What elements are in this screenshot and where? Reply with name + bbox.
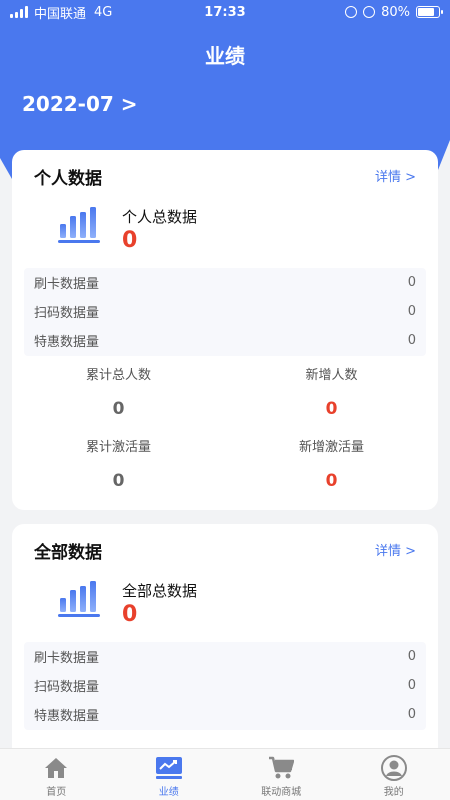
home-icon bbox=[43, 755, 69, 781]
personal-total-label: 个人总数据 bbox=[122, 208, 198, 226]
personal-detail-link[interactable]: 详情 > bbox=[375, 166, 416, 185]
metric-value: 0 bbox=[407, 678, 416, 693]
orientation-lock-icon bbox=[345, 6, 358, 18]
metric-value: 0 bbox=[407, 304, 416, 319]
metric-value: 0 bbox=[407, 649, 416, 664]
bar-chart-icon bbox=[58, 581, 100, 617]
all-detail-link[interactable]: 详情 > bbox=[375, 540, 416, 559]
metric-value: 0 bbox=[407, 275, 416, 290]
metric-row: 刷卡数据量 0 bbox=[24, 268, 426, 297]
metric-label: 扫码数据量 bbox=[34, 680, 100, 695]
stat-value: 0 bbox=[112, 471, 125, 491]
all-data-card: 全部数据 详情 > 全部总数据 0 刷卡数据量 0 扫码数据量 0 特惠数据量 … bbox=[12, 524, 438, 764]
stat-total-people: 累计总人数 0 bbox=[12, 364, 225, 419]
all-metrics-list: 刷卡数据量 0 扫码数据量 0 特惠数据量 0 bbox=[24, 642, 426, 730]
personal-total-value: 0 bbox=[122, 228, 138, 253]
metric-label: 特惠数据量 bbox=[34, 335, 100, 350]
tab-label: 联动商城 bbox=[261, 787, 302, 798]
tab-home[interactable]: 首页 bbox=[0, 749, 113, 800]
status-bar: 中国联通 4G 17:33 80% bbox=[0, 0, 450, 24]
metric-value: 0 bbox=[407, 333, 416, 348]
stat-label: 新增激活量 bbox=[298, 440, 364, 455]
chart-icon bbox=[155, 755, 182, 781]
stat-label: 累计总人数 bbox=[85, 368, 151, 383]
battery-percent: 80% bbox=[381, 4, 410, 20]
metric-row: 特惠数据量 0 bbox=[24, 326, 426, 355]
stat-label: 新增人数 bbox=[305, 368, 358, 383]
stat-label: 累计激活量 bbox=[85, 440, 151, 455]
tab-label: 业绩 bbox=[158, 787, 179, 798]
metric-row: 扫码数据量 0 bbox=[24, 297, 426, 326]
all-total-value: 0 bbox=[122, 602, 138, 627]
stat-new-people: 新增人数 0 bbox=[225, 364, 438, 419]
metric-row: 扫码数据量 0 bbox=[24, 671, 426, 700]
alarm-icon bbox=[363, 6, 376, 18]
tab-label: 我的 bbox=[383, 787, 404, 798]
month-selector[interactable]: 2022-07 > bbox=[22, 92, 138, 116]
tab-mine[interactable]: 我的 bbox=[338, 749, 450, 800]
network-type: 4G bbox=[94, 4, 113, 20]
stat-value: 0 bbox=[325, 471, 338, 491]
metric-row: 刷卡数据量 0 bbox=[24, 642, 426, 671]
stat-new-activation: 新增激活量 0 bbox=[225, 436, 438, 491]
metric-value: 0 bbox=[407, 707, 416, 722]
carrier-name: 中国联通 bbox=[34, 6, 87, 22]
tab-performance[interactable]: 业绩 bbox=[113, 749, 226, 800]
stat-value: 0 bbox=[325, 399, 338, 419]
tab-mall[interactable]: 联动商城 bbox=[225, 749, 338, 800]
personal-data-title: 个人数据 bbox=[34, 169, 102, 189]
page-title: 业绩 bbox=[205, 44, 245, 68]
all-total-label: 全部总数据 bbox=[122, 582, 198, 600]
bar-chart-icon bbox=[58, 207, 100, 243]
personal-metrics-list: 刷卡数据量 0 扫码数据量 0 特惠数据量 0 bbox=[24, 268, 426, 356]
metric-label: 扫码数据量 bbox=[34, 306, 100, 321]
cart-icon bbox=[268, 755, 295, 781]
metric-label: 刷卡数据量 bbox=[34, 277, 100, 292]
metric-label: 特惠数据量 bbox=[34, 709, 100, 724]
profile-icon bbox=[380, 755, 407, 781]
battery-icon bbox=[416, 6, 443, 18]
stat-total-activation: 累计激活量 0 bbox=[12, 436, 225, 491]
personal-data-card: 个人数据 详情 > 个人总数据 0 刷卡数据量 0 扫码数据量 0 特惠数据量 … bbox=[12, 150, 438, 510]
tab-label: 首页 bbox=[46, 787, 67, 798]
bottom-tab-bar: 首页 业绩 联动商城 我的 bbox=[0, 748, 450, 800]
signal-icon bbox=[10, 6, 28, 18]
metric-row: 特惠数据量 0 bbox=[24, 700, 426, 729]
stat-value: 0 bbox=[112, 399, 125, 419]
metric-label: 刷卡数据量 bbox=[34, 651, 100, 666]
all-data-title: 全部数据 bbox=[34, 543, 102, 563]
